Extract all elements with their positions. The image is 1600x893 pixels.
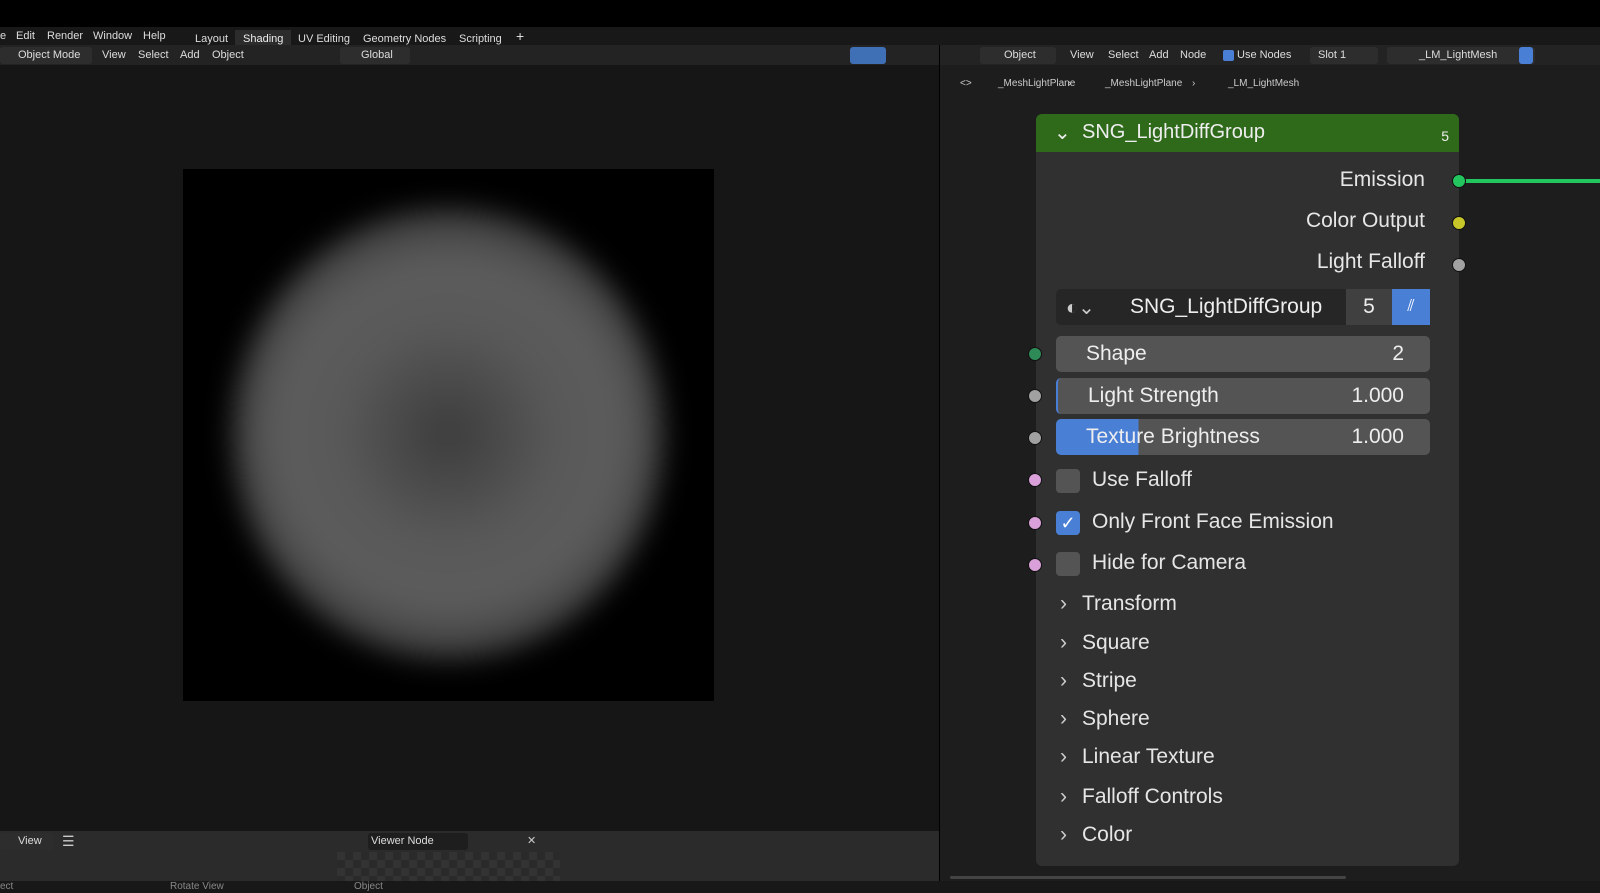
menu-add[interactable]: Add <box>180 49 200 61</box>
node-tree-icon[interactable]: ◐⌄ <box>1066 295 1095 320</box>
output-color: Color Output <box>1305 209 1425 232</box>
add-workspace-button[interactable]: + <box>508 25 532 44</box>
output-light-falloff: Light Falloff <box>1316 250 1425 273</box>
breadcrumb-material: _LM_LightMesh <box>1228 78 1300 89</box>
hide-for-camera-socket[interactable] <box>1028 558 1042 572</box>
breadcrumb-mesh: _MeshLightPlane <box>1105 78 1183 89</box>
group-name[interactable]: SNG_LightDiffGroup <box>1130 295 1322 319</box>
menu-edit[interactable]: Edit <box>16 30 35 42</box>
only-front-face-socket[interactable] <box>1028 516 1042 530</box>
node-menu-view[interactable]: View <box>1070 49 1094 61</box>
panel-color[interactable]: › Color <box>1060 823 1132 847</box>
status-select: ect <box>0 881 14 892</box>
input-shape[interactable]: Shape 2 <box>1056 336 1430 372</box>
output-emission: Emission <box>1339 168 1425 191</box>
group-users[interactable]: 5 <box>1346 289 1392 325</box>
use-falloff-socket[interactable] <box>1028 473 1042 487</box>
node-menu-select[interactable]: Select <box>1108 49 1139 61</box>
input-light-strength[interactable]: Light Strength 1.000 <box>1056 378 1430 414</box>
mode-label[interactable]: Object Mode <box>18 49 80 61</box>
panel-sphere[interactable]: › Sphere <box>1060 707 1150 731</box>
render-preview <box>183 169 714 701</box>
fake-user-icon[interactable] <box>1519 47 1533 64</box>
top-menu-bar: e Edit Render Window Help Layout Shading… <box>0 25 1600 48</box>
group-node[interactable]: ⌄ SNG_LightDiffGroup 5 Emission Color Ou… <box>1036 114 1459 866</box>
shading-mode-icon[interactable] <box>850 47 886 64</box>
hide-for-camera-label: Hide for Camera <box>1092 551 1247 574</box>
menu-render[interactable]: Render <box>47 30 83 42</box>
status-object: Object <box>354 881 383 892</box>
panel-falloff-controls[interactable]: › Falloff Controls <box>1060 785 1223 809</box>
menu-view[interactable]: View <box>102 49 126 61</box>
slot-label[interactable]: Slot 1 <box>1318 49 1346 61</box>
node-group-selector[interactable]: ◐⌄ SNG_LightDiffGroup 5 ⫽ <box>1056 289 1430 325</box>
node-menu-node[interactable]: Node <box>1180 49 1206 61</box>
horizontal-scrollbar[interactable] <box>950 876 1346 879</box>
use-falloff-checkbox[interactable] <box>1056 469 1080 493</box>
use-nodes-checkbox[interactable] <box>1223 50 1234 61</box>
breadcrumb-object: _MeshLightPlane <box>998 78 1076 89</box>
collapse-chevron-icon[interactable]: ⌄ <box>1054 120 1071 145</box>
image-editor-header: View ☰ Viewer Node ✕ <box>0 831 939 852</box>
material-name[interactable]: _LM_LightMesh <box>1419 49 1497 61</box>
menu-window[interactable]: Window <box>93 30 132 42</box>
node-menu-add[interactable]: Add <box>1149 49 1169 61</box>
texture-brightness-socket[interactable] <box>1028 431 1042 445</box>
fake-user-toggle-icon[interactable]: ⫽ <box>1392 289 1430 325</box>
node-title: SNG_LightDiffGroup <box>1082 121 1266 143</box>
image-editor-area[interactable] <box>0 852 939 881</box>
orientation-label[interactable]: Global <box>361 49 393 61</box>
menu-select[interactable]: Select <box>138 49 169 61</box>
viewport-header: Object Mode View Select Add Object Globa… <box>0 45 939 66</box>
panel-transform[interactable]: › Transform <box>1060 592 1177 616</box>
status-rotate-view: Rotate View <box>170 881 224 892</box>
color-output-socket[interactable] <box>1452 216 1466 230</box>
hamburger-icon[interactable]: ☰ <box>62 833 75 850</box>
panel-square[interactable]: › Square <box>1060 631 1150 655</box>
node-editor-header: Object View Select Add Node Use Nodes Sl… <box>940 45 1600 66</box>
emission-socket[interactable] <box>1452 174 1466 188</box>
object-type-label[interactable]: Object <box>1004 49 1036 61</box>
shape-socket[interactable] <box>1028 347 1042 361</box>
image-name[interactable]: Viewer Node <box>371 835 434 847</box>
light-falloff-socket[interactable] <box>1452 258 1466 272</box>
use-falloff-label: Use Falloff <box>1092 468 1192 491</box>
menu-help[interactable]: Help <box>143 30 166 42</box>
hide-for-camera-checkbox[interactable] <box>1056 552 1080 576</box>
status-bar: ect Rotate View Object <box>0 881 1600 893</box>
input-texture-brightness[interactable]: Texture Brightness 1.000 <box>1056 419 1430 455</box>
menu-file[interactable]: e <box>0 30 6 42</box>
only-front-face-checkbox[interactable]: ✓ <box>1056 511 1080 535</box>
only-front-face-label: Only Front Face Emission <box>1092 510 1334 533</box>
menu-object[interactable]: Object <box>212 49 244 61</box>
close-icon[interactable]: ✕ <box>527 834 536 847</box>
light-strength-socket[interactable] <box>1028 389 1042 403</box>
node-users-count: 5 <box>1441 128 1449 144</box>
emission-link <box>1460 179 1600 183</box>
image-view-menu[interactable]: View <box>18 835 42 847</box>
panel-stripe[interactable]: › Stripe <box>1060 669 1137 693</box>
light-falloff-blob <box>233 209 663 659</box>
use-nodes-label: Use Nodes <box>1237 49 1292 61</box>
node-header[interactable]: ⌄ SNG_LightDiffGroup 5 <box>1036 114 1459 152</box>
checker-preview <box>337 852 560 881</box>
panel-linear-texture[interactable]: › Linear Texture <box>1060 745 1215 769</box>
